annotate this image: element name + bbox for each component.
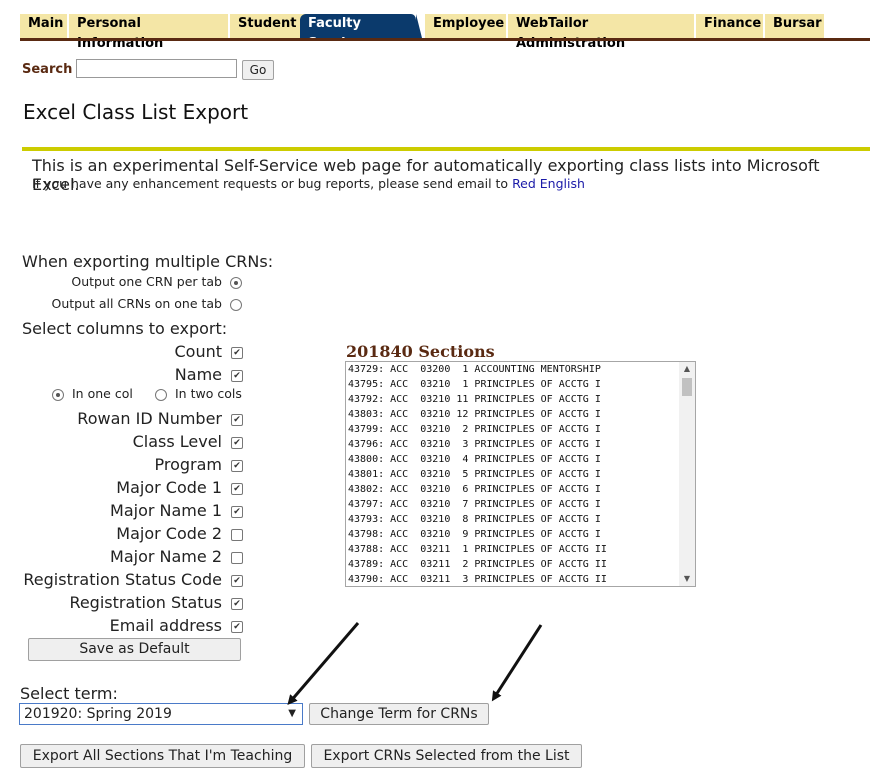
arrow-icon bbox=[491, 624, 543, 702]
arrow-icon bbox=[287, 622, 360, 706]
annotation-arrows bbox=[287, 622, 543, 706]
